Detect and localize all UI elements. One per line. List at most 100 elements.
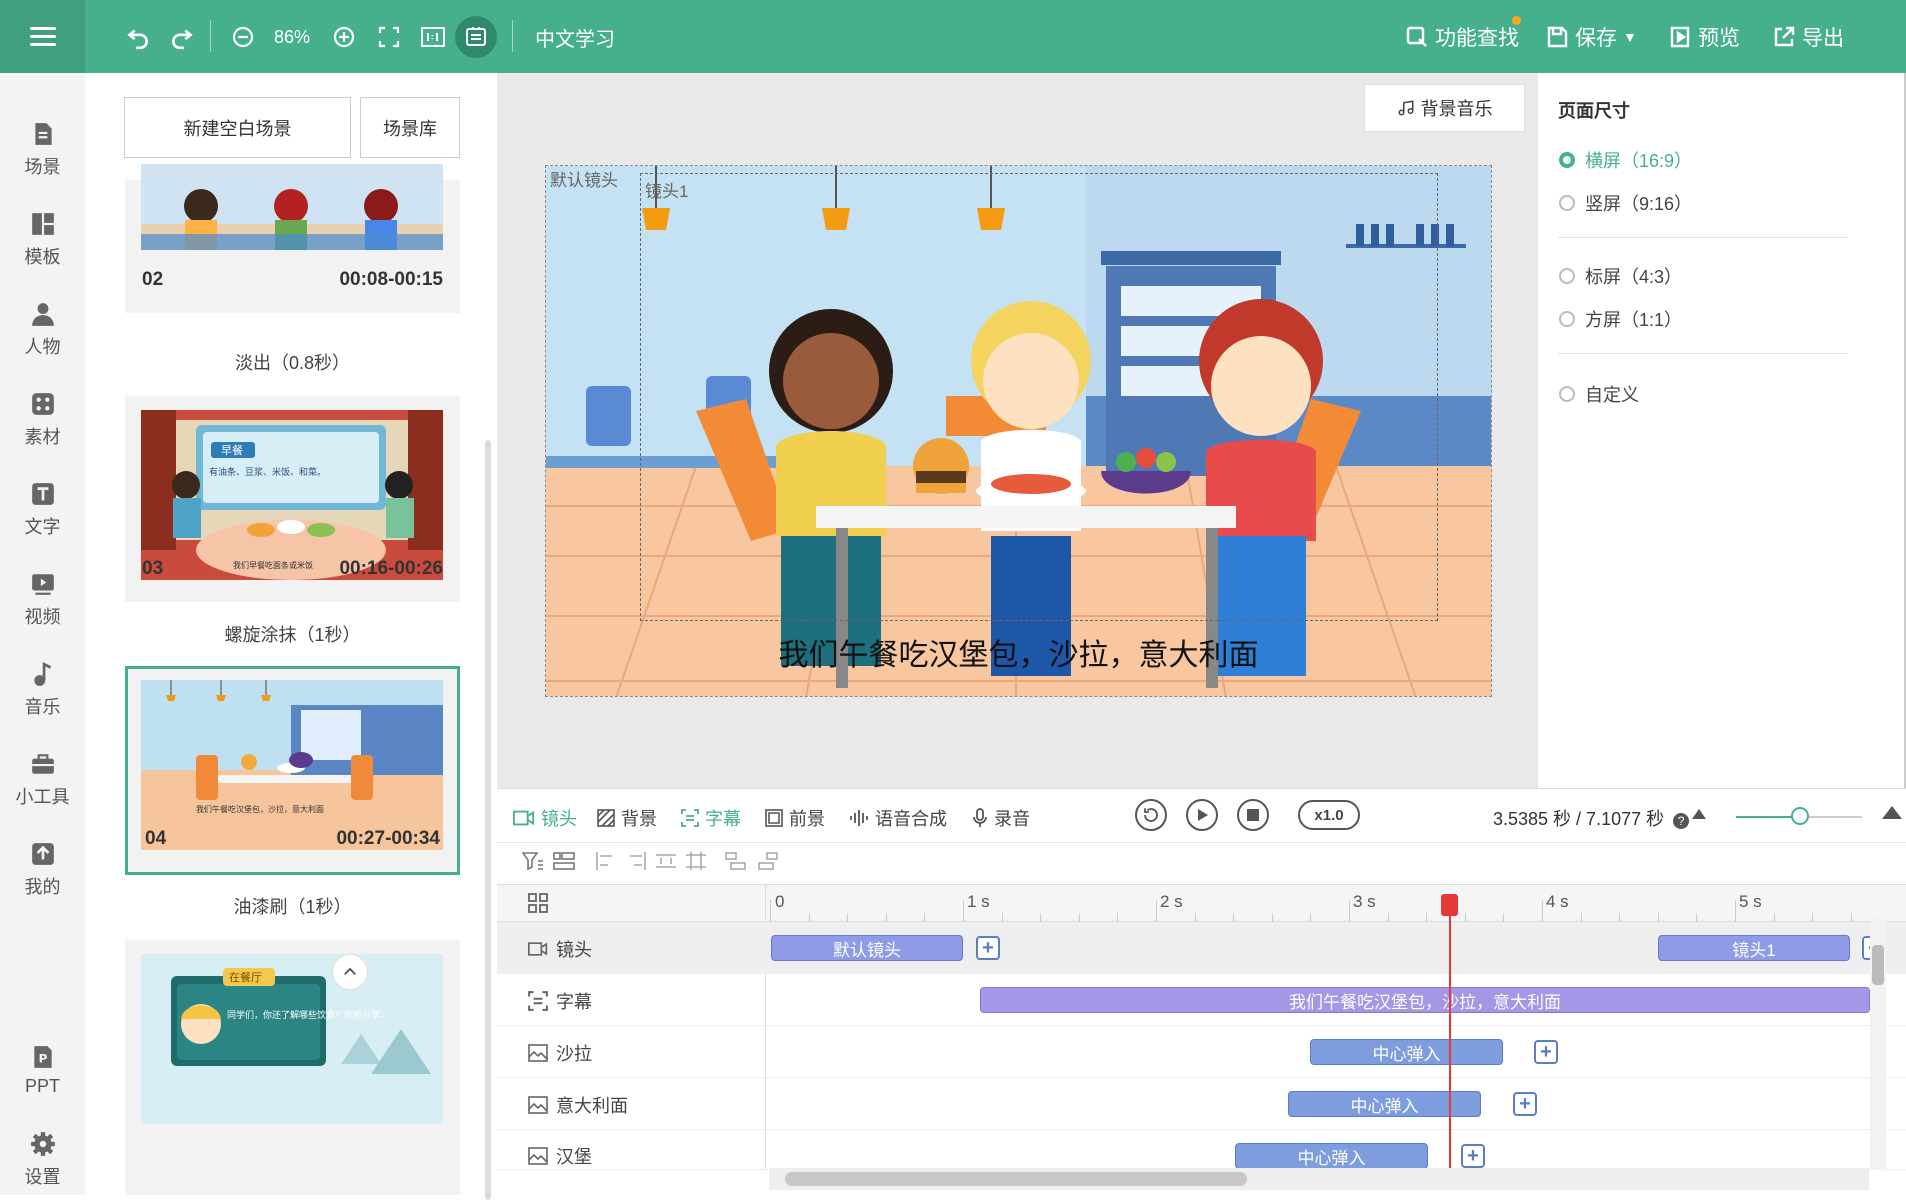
track-label-burger[interactable]: 汉堡: [528, 1143, 592, 1169]
vertical-scroll-thumb[interactable]: [1872, 945, 1884, 985]
track-label-subtitle[interactable]: 字幕: [528, 988, 592, 1014]
radio-label: 自定义: [1585, 385, 1639, 405]
actual-size-button[interactable]: [416, 18, 450, 56]
camera-1-frame[interactable]: [640, 173, 1438, 621]
zoom-in-mountain-icon[interactable]: [1882, 806, 1902, 819]
tab-background[interactable]: 背景: [597, 803, 657, 833]
upload-icon: [31, 843, 54, 865]
cascade-icon[interactable]: [757, 851, 779, 871]
scene-card[interactable]: 在餐厅 同学们，你还了解哪些饮食？欢迎分享。: [125, 940, 460, 1195]
scene-card[interactable]: 早餐 有油条、豆浆、米饭、和菜。 我们早餐吃面条或米饭 03 00:16-00:…: [125, 396, 460, 602]
canvas-subtitle[interactable]: 我们午餐吃汉堡包，沙拉，意大利面: [545, 630, 1492, 674]
clip-subtitle[interactable]: 我们午餐吃汉堡包，沙拉，意大利面: [980, 987, 1870, 1013]
align-left-icon[interactable]: [595, 851, 617, 871]
rail-item-template[interactable]: 模板: [0, 201, 85, 279]
scene-transition[interactable]: 油漆刷（1秒）: [125, 893, 460, 919]
scene-thumbnail: 早餐 有油条、豆浆、米饭、和菜。 我们早餐吃面条或米饭: [141, 410, 443, 580]
preview-button[interactable]: 预览: [1668, 20, 1740, 54]
zoom-in-button[interactable]: [327, 18, 361, 56]
camera-1-label: 镜头1: [645, 182, 689, 201]
track-label: 镜头: [556, 940, 592, 960]
time-value: 3.5385 秒 / 7.1077 秒: [1493, 809, 1665, 829]
radio-portrait[interactable]: 竖屏（9:16）: [1559, 190, 1692, 216]
tab-foreground[interactable]: 前景: [765, 803, 825, 833]
clip-camera-1[interactable]: 镜头1: [1658, 935, 1850, 961]
play-button[interactable]: [1186, 799, 1218, 831]
menu-button[interactable]: [0, 0, 85, 73]
tab-subtitle[interactable]: 字幕: [681, 803, 741, 833]
rail-item-mine[interactable]: 我的: [0, 831, 85, 909]
distribute-vertical-icon[interactable]: [685, 851, 707, 871]
scene-number: 03: [142, 558, 164, 579]
group-icon[interactable]: [553, 851, 575, 871]
left-rail: 场景 模板 人物 素材 文字 视频 音乐 小工具 我的 P PPT 设置: [0, 73, 85, 1195]
zoom-out-button[interactable]: [226, 18, 260, 56]
playhead[interactable]: [1449, 898, 1451, 1168]
rail-item-scene[interactable]: 场景: [0, 111, 85, 189]
tab-record[interactable]: 录音: [972, 803, 1030, 833]
clip-salad-animation[interactable]: 中心弹入: [1310, 1039, 1503, 1065]
clip-pasta-animation[interactable]: 中心弹入: [1288, 1091, 1481, 1117]
rail-item-music[interactable]: 音乐: [0, 651, 85, 729]
rail-item-person[interactable]: 人物: [0, 291, 85, 369]
scroll-to-top-button[interactable]: [332, 954, 368, 990]
track-label-pasta[interactable]: 意大利面: [528, 1092, 628, 1118]
clip-burger-animation[interactable]: 中心弹入: [1235, 1143, 1428, 1169]
help-icon[interactable]: ?: [1673, 813, 1690, 829]
replay-button[interactable]: [1135, 799, 1167, 831]
playback-speed[interactable]: x1.0: [1298, 800, 1360, 830]
rail-label: 人物: [24, 337, 61, 357]
add-animation-button[interactable]: +: [1461, 1144, 1485, 1168]
background-music-button[interactable]: 背景音乐: [1364, 84, 1525, 132]
rail-item-toolbox[interactable]: 小工具: [0, 741, 85, 819]
rail-item-text[interactable]: 文字: [0, 471, 85, 549]
rail-item-ppt[interactable]: P PPT: [0, 1031, 85, 1109]
scene-card[interactable]: 02 00:08-00:15: [125, 164, 460, 313]
stack-icon[interactable]: [725, 851, 747, 871]
track-label-salad[interactable]: 沙拉: [528, 1040, 592, 1066]
radio-landscape[interactable]: 横屏（16:9）: [1559, 147, 1692, 173]
scene-transition[interactable]: 淡出（0.8秒）: [125, 349, 460, 375]
subtitle-mode-button[interactable]: [455, 16, 497, 58]
undo-button[interactable]: [120, 18, 156, 56]
radio-custom[interactable]: 自定义: [1559, 381, 1639, 407]
tab-tts[interactable]: 语音合成: [849, 803, 947, 833]
slider-knob[interactable]: [1791, 807, 1809, 825]
scene-transition[interactable]: 螺旋涂抹（1秒）: [125, 621, 460, 647]
tab-camera[interactable]: 镜头: [513, 803, 577, 833]
rail-label: 场景: [24, 157, 61, 177]
track-label: 汉堡: [556, 1147, 592, 1167]
new-blank-scene-button[interactable]: 新建空白场景: [124, 97, 351, 158]
playhead-handle[interactable]: [1441, 894, 1458, 916]
stop-button[interactable]: [1237, 799, 1269, 831]
redo-button[interactable]: [164, 18, 200, 56]
add-animation-button[interactable]: +: [1513, 1092, 1537, 1116]
zoom-out-mountain-icon[interactable]: [1692, 809, 1706, 819]
filter-icon[interactable]: [522, 851, 544, 871]
export-button[interactable]: 导出: [1772, 20, 1844, 54]
save-button[interactable]: 保存 ▼: [1545, 20, 1637, 54]
distribute-icon[interactable]: [655, 851, 677, 871]
feature-search-button[interactable]: 功能查找: [1405, 20, 1519, 54]
rail-item-video[interactable]: 视频: [0, 561, 85, 639]
radio-standard[interactable]: 标屏（4:3）: [1559, 263, 1682, 289]
scene-library-button[interactable]: 场景库: [360, 97, 460, 158]
ruler-tick: [1464, 913, 1466, 922]
add-animation-button[interactable]: +: [1534, 1040, 1558, 1064]
radio-square[interactable]: 方屏（1:1）: [1559, 306, 1682, 332]
fit-screen-button[interactable]: [372, 18, 406, 56]
scene-panel-scrollbar[interactable]: [485, 440, 491, 1200]
project-title[interactable]: 中文学习: [535, 18, 645, 56]
add-camera-button[interactable]: +: [976, 936, 1000, 960]
rail-item-settings[interactable]: 设置: [0, 1121, 85, 1199]
time-ruler[interactable]: [497, 884, 1906, 922]
rail-item-material[interactable]: 素材: [0, 381, 85, 459]
scene-card-selected[interactable]: 我们午餐吃汉堡包，沙拉，意大利面 04 00:27-00:34: [125, 666, 460, 875]
ruler-tick: [1773, 913, 1775, 922]
track-label-camera[interactable]: 镜头: [528, 936, 592, 962]
clip-default-camera[interactable]: 默认镜头: [771, 935, 963, 961]
align-right-icon[interactable]: [625, 851, 647, 871]
horizontal-scroll-thumb[interactable]: [785, 1172, 1247, 1186]
layers-icon[interactable]: [528, 893, 548, 913]
scene-number: 02: [142, 269, 164, 290]
